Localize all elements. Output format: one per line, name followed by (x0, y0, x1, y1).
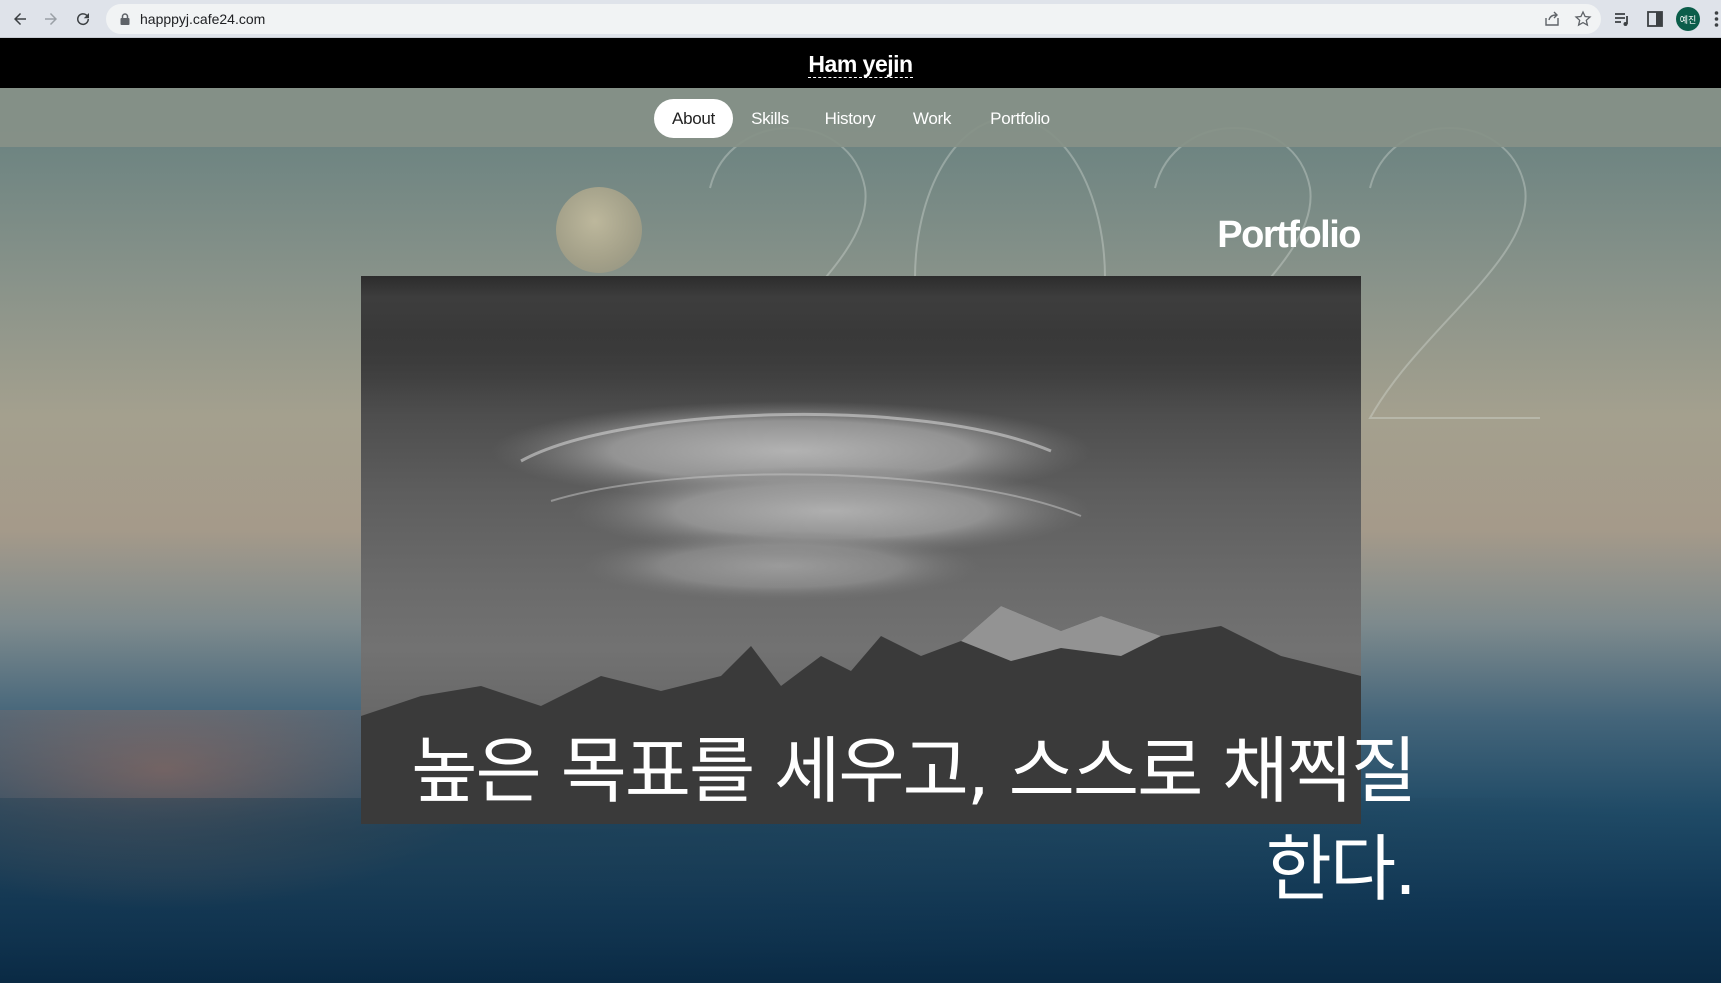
url-text: happpyj.cafe24.com (140, 11, 266, 27)
site-title-link[interactable]: Ham yejin (808, 51, 913, 78)
star-icon[interactable] (1574, 10, 1592, 28)
site-header: Ham yejin (0, 38, 1721, 88)
address-bar[interactable]: happpyj.cafe24.com (106, 4, 1601, 34)
nav-item-work[interactable]: Work (903, 99, 961, 138)
forward-button[interactable] (39, 7, 63, 31)
reload-icon (77, 13, 90, 26)
share-icon[interactable] (1543, 10, 1561, 28)
nav-item-about[interactable]: About (654, 99, 733, 138)
more-icon[interactable] (1712, 9, 1721, 29)
nav-item-history[interactable]: History (814, 99, 886, 138)
profile-avatar[interactable]: 예진 (1676, 7, 1700, 31)
page-viewport: Ham yejin About Skills History Work Port… (0, 38, 1721, 983)
back-icon (14, 13, 26, 25)
back-button[interactable] (8, 7, 32, 31)
lock-icon (120, 13, 130, 25)
hero-quote: 높은 목표를 세우고, 스스로 채찍질 한다. (411, 729, 1417, 911)
forward-icon (45, 13, 57, 25)
section-heading: Portfolio (1217, 214, 1361, 256)
reading-list-icon[interactable] (1612, 9, 1632, 29)
moon-decoration (556, 187, 642, 273)
nav-item-portfolio[interactable]: Portfolio (982, 99, 1058, 138)
browser-toolbar: happpyj.cafe24.com 예진 (0, 0, 1721, 38)
main-nav: About Skills History Work Portfolio (0, 88, 1721, 147)
side-panel-icon[interactable] (1645, 9, 1665, 29)
reload-button[interactable] (71, 7, 95, 31)
nav-item-skills[interactable]: Skills (745, 99, 795, 138)
